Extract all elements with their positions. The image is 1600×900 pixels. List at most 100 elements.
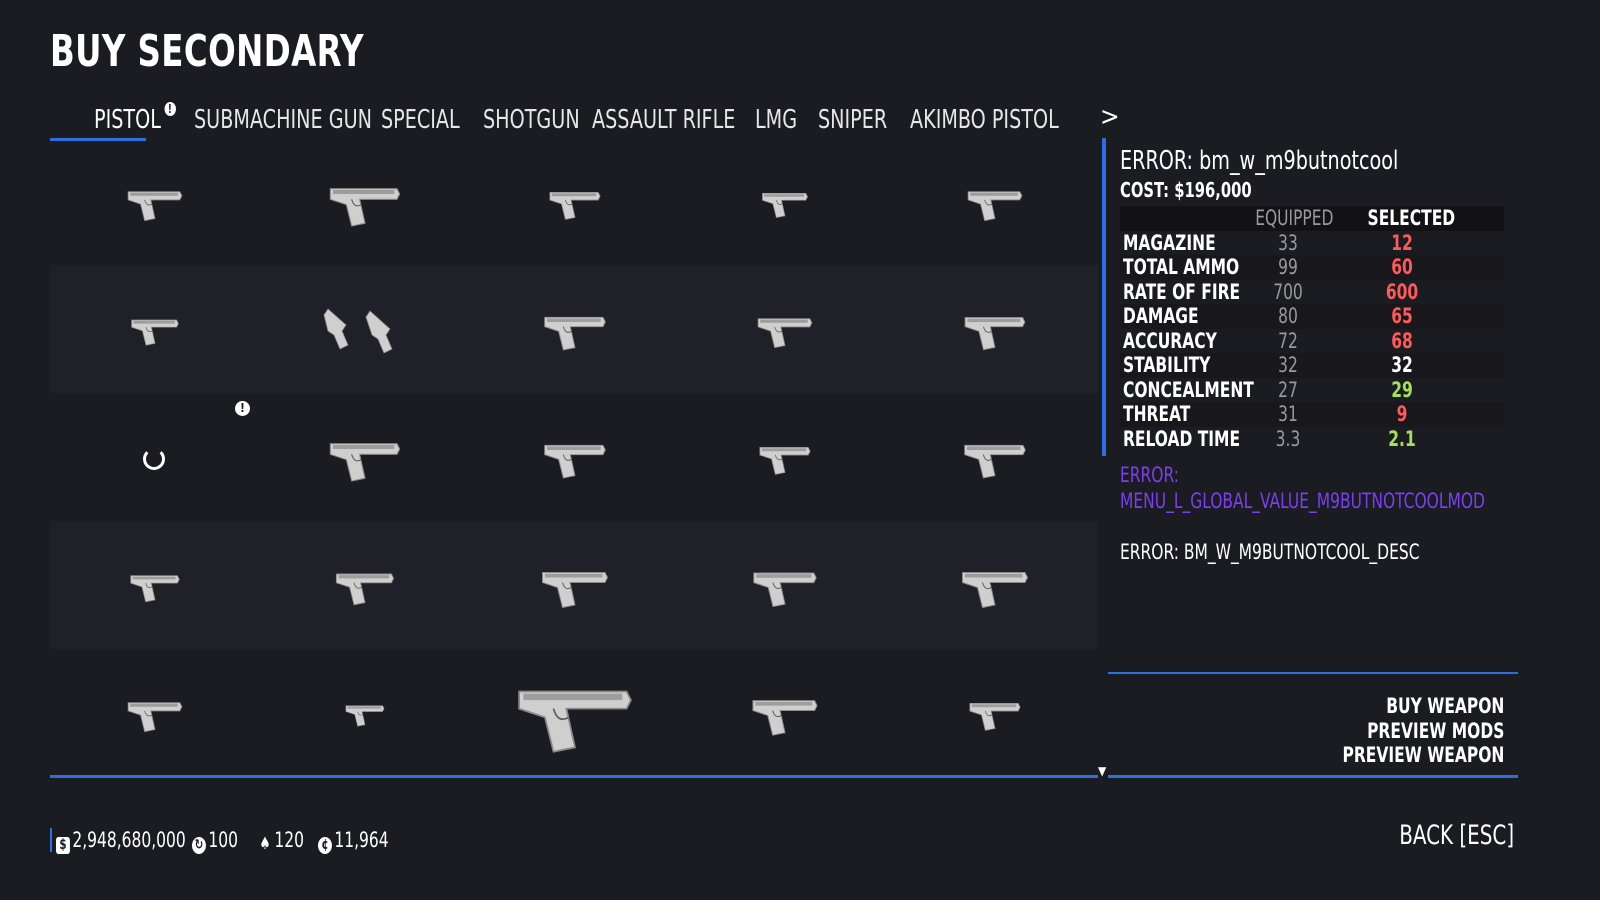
weapon-slot[interactable] bbox=[470, 649, 680, 777]
stat-equipped-value: 31 bbox=[1278, 402, 1298, 426]
stat-equipped-value: 27 bbox=[1278, 377, 1298, 402]
continental-value: 11,964 bbox=[334, 828, 389, 852]
tab-submachine-gun[interactable]: SUBMACHINE GUN bbox=[194, 100, 372, 140]
weapon-slot[interactable] bbox=[260, 649, 470, 777]
stat-row-reload-time: RELOAD TIME 3.3 2.1 bbox=[1120, 427, 1504, 452]
info-panel-accent bbox=[1102, 138, 1106, 456]
stat-row-total-ammo: TOTAL AMMO 99 60 bbox=[1120, 255, 1504, 280]
coins-display: ↻ 100 bbox=[192, 826, 238, 854]
weapon-slot[interactable] bbox=[680, 393, 890, 521]
category-tabs: PISTOL! SUBMACHINE GUN SPECIAL SHOTGUN A… bbox=[50, 100, 1120, 142]
akimbo-pistols-icon bbox=[323, 308, 393, 354]
stat-label: STABILITY bbox=[1123, 353, 1211, 377]
weapon-description: ERROR: BM_W_M9BUTNOTCOOL_DESC bbox=[1120, 540, 1420, 564]
stat-row-threat: THREAT 31 9 bbox=[1120, 402, 1504, 427]
weapon-slot[interactable]: ! bbox=[50, 393, 260, 524]
weapon-slot[interactable] bbox=[50, 138, 260, 266]
stat-selected-value: 65 bbox=[1391, 304, 1413, 328]
pistol-icon bbox=[549, 191, 601, 220]
weapon-slot[interactable] bbox=[260, 521, 470, 649]
weapon-slot[interactable] bbox=[470, 393, 680, 521]
pistol-icon bbox=[329, 188, 401, 227]
continental-coin-icon: ¢ bbox=[318, 837, 332, 854]
weapon-slot[interactable] bbox=[470, 138, 680, 266]
tab-pistol-label: PISTOL bbox=[94, 105, 161, 135]
alert-icon: ! bbox=[235, 401, 250, 416]
stat-label: MAGAZINE bbox=[1123, 230, 1216, 255]
scroll-down-icon[interactable]: ▼ bbox=[1098, 764, 1106, 778]
coins-value: 100 bbox=[208, 828, 238, 852]
weapon-slot[interactable] bbox=[680, 265, 890, 393]
spade-icon: ♠ bbox=[259, 834, 271, 854]
weapon-slot[interactable] bbox=[890, 649, 1100, 777]
weapon-row bbox=[50, 265, 1098, 393]
weapon-slot[interactable] bbox=[890, 138, 1100, 266]
weapon-slot[interactable] bbox=[50, 649, 260, 777]
weapon-slot[interactable] bbox=[890, 521, 1100, 649]
weapon-slot[interactable] bbox=[470, 265, 680, 393]
pistol-icon bbox=[967, 191, 1023, 222]
weapon-slot[interactable] bbox=[890, 265, 1100, 393]
pistol-icon bbox=[964, 317, 1026, 351]
preview-mods-button[interactable]: PREVIEW MODS bbox=[1342, 719, 1504, 744]
weapon-slot[interactable] bbox=[680, 649, 890, 777]
weapon-slot[interactable] bbox=[680, 521, 890, 649]
back-button[interactable]: BACK [ESC] bbox=[1399, 820, 1514, 851]
weapon-slot[interactable] bbox=[260, 265, 470, 393]
stat-selected-value: 68 bbox=[1391, 328, 1413, 353]
stat-label: ACCURACY bbox=[1123, 328, 1217, 353]
weapon-row bbox=[50, 521, 1098, 649]
stat-label: DAMAGE bbox=[1123, 304, 1199, 328]
stat-row-accuracy: ACCURACY 72 68 bbox=[1120, 329, 1504, 354]
loading-spinner-icon bbox=[143, 448, 165, 470]
coins-icon: ↻ bbox=[192, 837, 206, 854]
pistol-icon bbox=[127, 702, 183, 733]
stat-equipped-value: 33 bbox=[1278, 230, 1298, 255]
stat-label: RELOAD TIME bbox=[1123, 426, 1241, 451]
alert-icon: ! bbox=[164, 102, 176, 116]
stat-selected-value: 60 bbox=[1391, 255, 1413, 279]
tab-lmg[interactable]: LMG bbox=[755, 100, 797, 140]
weapon-slot[interactable] bbox=[470, 521, 680, 649]
stat-selected-value: 32 bbox=[1391, 353, 1413, 377]
stats-table: EQUIPPED SELECTED MAGAZINE 33 12 TOTAL AMMO… bbox=[1120, 206, 1504, 451]
stat-equipped-value: 80 bbox=[1278, 304, 1298, 328]
weapon-slot[interactable] bbox=[50, 521, 260, 649]
money-display: $2,948,680,000 bbox=[56, 826, 186, 854]
currency-bar-accent bbox=[50, 828, 52, 852]
preview-weapon-button[interactable]: PREVIEW WEAPON bbox=[1342, 743, 1504, 768]
weapon-slot[interactable] bbox=[260, 393, 470, 521]
tab-pistol[interactable]: PISTOL! bbox=[94, 100, 176, 140]
pistol-icon bbox=[518, 690, 632, 753]
stats-header-row: EQUIPPED SELECTED bbox=[1120, 206, 1504, 231]
next-tabs-button[interactable]: > bbox=[1100, 100, 1120, 134]
pistol-icon bbox=[969, 702, 1021, 731]
pistol-icon bbox=[753, 572, 817, 608]
weapon-row bbox=[50, 649, 1098, 777]
stat-label: THREAT bbox=[1123, 402, 1191, 426]
stat-label: TOTAL AMMO bbox=[1123, 255, 1240, 279]
pistol-icon bbox=[130, 575, 180, 603]
tab-shotgun[interactable]: SHOTGUN bbox=[483, 100, 580, 140]
weapon-row: ! bbox=[50, 393, 1100, 524]
selected-header: SELECTED bbox=[1367, 206, 1456, 230]
weapon-grid: ! bbox=[50, 138, 1098, 776]
pistol-icon bbox=[542, 572, 609, 609]
global-value-error: ERROR: MENU_L_GLOBAL_VALUE_M9BUTNOTCOOLM… bbox=[1120, 463, 1485, 513]
buy-weapon-button[interactable]: BUY WEAPON bbox=[1342, 694, 1504, 719]
tab-sniper[interactable]: SNIPER bbox=[818, 100, 887, 140]
stat-selected-value: 12 bbox=[1391, 230, 1413, 255]
actions-divider bbox=[1108, 672, 1518, 674]
pistol-icon bbox=[964, 444, 1026, 479]
weapon-slot[interactable] bbox=[680, 138, 890, 266]
pistol-icon bbox=[759, 446, 811, 475]
tab-special[interactable]: SPECIAL bbox=[381, 100, 460, 140]
weapon-slot[interactable] bbox=[890, 393, 1100, 521]
stat-label: CONCEALMENT bbox=[1123, 377, 1254, 402]
weapon-slot[interactable] bbox=[50, 265, 260, 393]
stat-equipped-value: 3.3 bbox=[1275, 426, 1301, 451]
weapon-slot[interactable] bbox=[260, 138, 470, 266]
tab-assault-rifle[interactable]: ASSAULT RIFLE bbox=[592, 100, 735, 140]
tab-akimbo-pistol[interactable]: AKIMBO PISTOL bbox=[910, 100, 1059, 140]
pistol-icon bbox=[762, 192, 808, 219]
